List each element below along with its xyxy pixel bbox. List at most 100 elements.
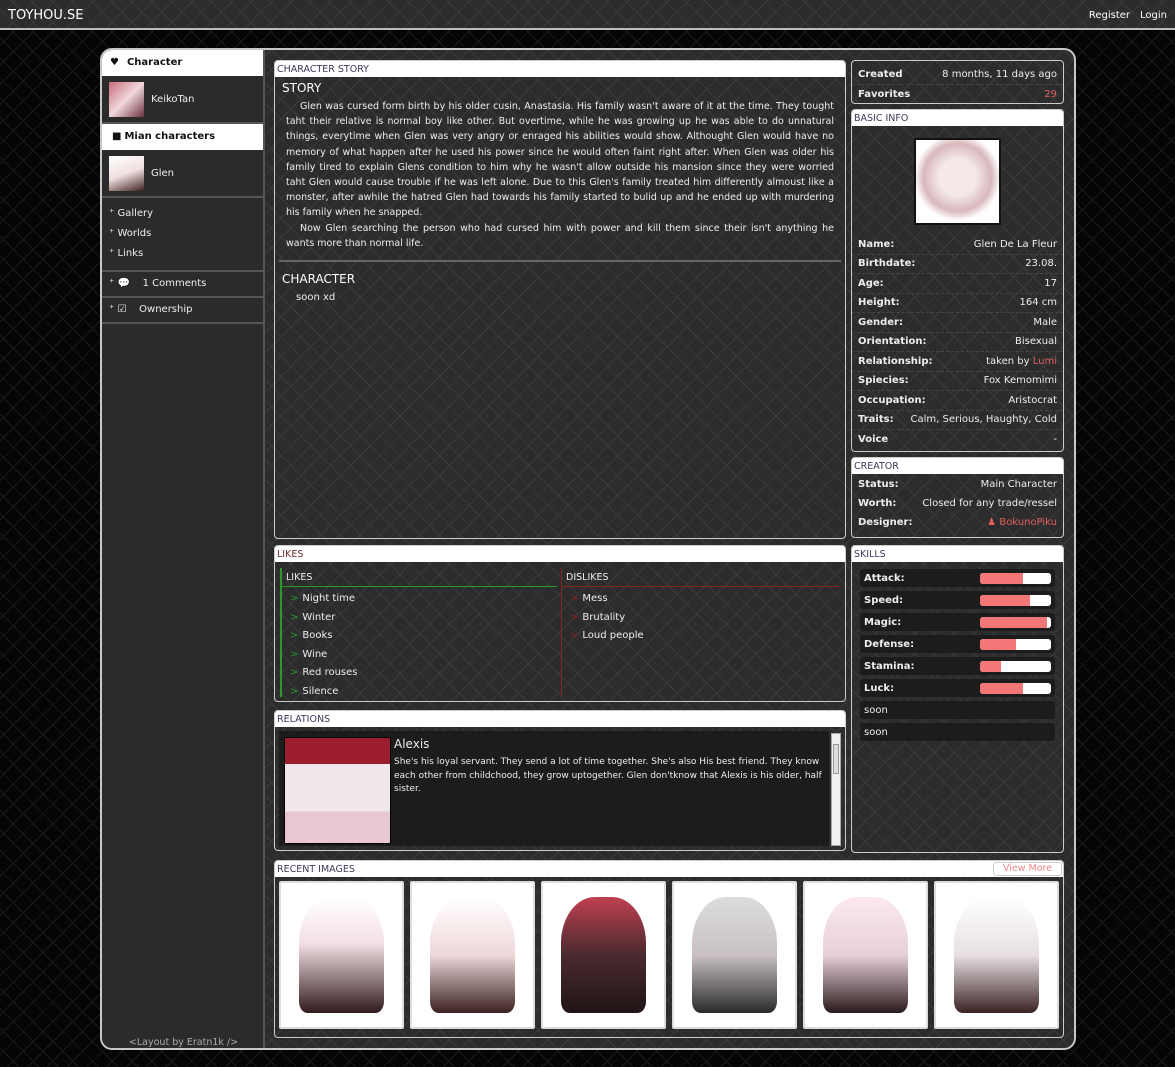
arrow-icon: > (290, 648, 299, 660)
info-label: Age: (858, 277, 884, 289)
info-row: Relationship: taken by Lumi (852, 352, 1063, 372)
panel-title: CHARACTER STORY (275, 61, 845, 77)
dislike-item: > Loud people (570, 630, 644, 642)
checkbox-icon: ☑ (117, 304, 127, 315)
skill-bar (980, 594, 1051, 606)
recent-image-thumbnail[interactable] (410, 881, 535, 1029)
site-logo[interactable]: TOYHOU.SE (8, 8, 84, 23)
info-value: Calm, Serious, Haughty, Cold (910, 414, 1058, 426)
info-value: Aristocrat (1008, 394, 1057, 406)
owner-row[interactable]: KeikoTan (102, 76, 263, 124)
arrow-icon: > (290, 611, 299, 623)
recent-image-thumbnail[interactable] (672, 881, 797, 1029)
like-item: > Wine (290, 648, 328, 660)
skill-row: Luck: (860, 679, 1055, 697)
login-link[interactable]: Login (1140, 10, 1167, 21)
favorites-count[interactable]: 29 (1044, 89, 1057, 100)
skill-row: Speed: (860, 591, 1055, 609)
basic-info-panel: BASIC INFO Name: Glen De La Fleur Birthdat… (851, 109, 1064, 452)
arrow-icon: > (290, 685, 299, 697)
comment-icon: 💬 (117, 278, 130, 289)
folder-icon: ■ (112, 131, 122, 142)
character-story-panel: CHARACTER STORY STORY Glen was cursed fo… (274, 60, 846, 539)
info-value: 164 cm (1019, 297, 1057, 309)
skill-name: Defense: (864, 638, 915, 650)
dislike-item: > Brutality (570, 611, 626, 623)
character-portrait[interactable] (914, 138, 1001, 225)
likes-column: LIKES > Night time > Winter > Books > Wine > Red … (280, 568, 557, 697)
info-row: Traits: Calm, Serious, Haughty, Cold (852, 411, 1063, 430)
character-name[interactable]: Glen (151, 168, 174, 179)
info-label: Traits: (858, 414, 894, 426)
layout-credit: <Layout by Eratn1k /> (128, 1037, 239, 1048)
info-row: Orientation: Bisexual (852, 333, 1063, 352)
character-heading: CHARACTER (282, 272, 356, 287)
info-value: - (1053, 434, 1057, 446)
sidebar-link-gallery[interactable]: ⁺ Gallery (109, 204, 256, 224)
designer-link[interactable]: ♟ BokunoPiku (987, 517, 1057, 528)
info-label: Occupation: (858, 394, 926, 406)
likes-panel: LIKES LIKES > Night time > Winter > Books > Win… (274, 545, 846, 702)
recent-image-thumbnail[interactable] (541, 881, 666, 1029)
sidebar-comments[interactable]: ⁺ 💬 1 Comments (102, 272, 263, 298)
arrow-icon: > (570, 630, 579, 642)
sidebar-link-links[interactable]: ⁺ Links (109, 244, 256, 264)
info-row: Birthdate: 23.08. (852, 255, 1063, 274)
sidebar-link-worlds[interactable]: ⁺ Worlds (109, 224, 256, 244)
character-avatar[interactable] (109, 155, 144, 191)
info-row: Gender: Male (852, 313, 1063, 333)
relationship-link[interactable]: Lumi (1033, 356, 1057, 367)
like-item: > Night time (290, 593, 356, 604)
info-value: Glen De La Fleur (973, 238, 1057, 250)
creator-panel: CREATOR Status: Main Character Worth: Clos… (851, 457, 1064, 538)
recent-image-thumbnail[interactable] (279, 881, 404, 1029)
relation-description: She's his loyal servant. They send a lot… (394, 757, 822, 794)
like-item: > Winter (290, 611, 336, 623)
sidebar-character-header: ♥ Character (102, 50, 263, 76)
info-row: Age: 17 (852, 274, 1063, 294)
skill-row: Stamina: (860, 657, 1055, 675)
skill-bar-fill (980, 594, 1030, 606)
info-row: Voice - (852, 430, 1063, 450)
owner-avatar[interactable] (109, 81, 144, 117)
info-value: Fox Kemomimi (983, 375, 1057, 387)
arrow-icon: > (290, 593, 299, 604)
info-label: Name: (858, 238, 895, 250)
skill-bar (980, 638, 1051, 650)
skill-bar (980, 572, 1051, 584)
like-item: > Red rouses (290, 667, 358, 679)
info-value: Male (1033, 316, 1057, 328)
relation-name[interactable]: Alexis (394, 737, 824, 751)
sidebar-main-header: ■ Mian characters (102, 124, 263, 150)
dislikes-column: DISLIKES > Mess > Brutality > Loud people (561, 568, 839, 697)
like-item: > Silence (290, 685, 339, 697)
skills-panel: SKILLS Attack: Speed: Magic: Defense: Stamin… (851, 545, 1064, 853)
relation-avatar[interactable] (284, 737, 391, 844)
recent-image-thumbnail[interactable] (803, 881, 928, 1029)
story-paragraph: Now Glen searching the person who had cu… (286, 222, 834, 249)
register-link[interactable]: Register (1089, 10, 1130, 21)
info-label: Voice (858, 434, 889, 446)
relations-panel: RELATIONS Alexis She's his loyal servant… (274, 710, 846, 851)
recent-images-panel: RECENT IMAGES View More (274, 860, 1064, 1038)
info-row: Name: Glen De La Fleur (852, 235, 1063, 255)
relations-scrollbar[interactable] (831, 733, 841, 846)
info-label: Relationship: (858, 355, 933, 367)
recent-image-thumbnail[interactable] (934, 881, 1059, 1029)
sidebar-ownership[interactable]: ⁺ ☑ Ownership (102, 298, 263, 324)
info-label: Orientation: (858, 336, 927, 348)
owner-name[interactable]: KeikoTan (151, 94, 194, 105)
main-character-row[interactable]: Glen (102, 150, 263, 198)
skill-bar-fill (980, 572, 1023, 584)
info-row: Height: 164 cm (852, 294, 1063, 313)
info-row: Spiecies: Fox Kemomimi (852, 372, 1063, 391)
view-more-button[interactable]: View More (993, 862, 1062, 876)
top-navbar: TOYHOU.SE Register Login (0, 0, 1175, 30)
arrow-icon: > (290, 630, 299, 642)
skill-row: Defense: (860, 635, 1055, 653)
character-text: soon xd (296, 292, 336, 304)
user-icon: ♟ (987, 517, 997, 528)
info-label: Birthdate: (858, 258, 916, 270)
arrow-icon: > (570, 593, 579, 604)
skill-bar-fill (980, 682, 1023, 694)
